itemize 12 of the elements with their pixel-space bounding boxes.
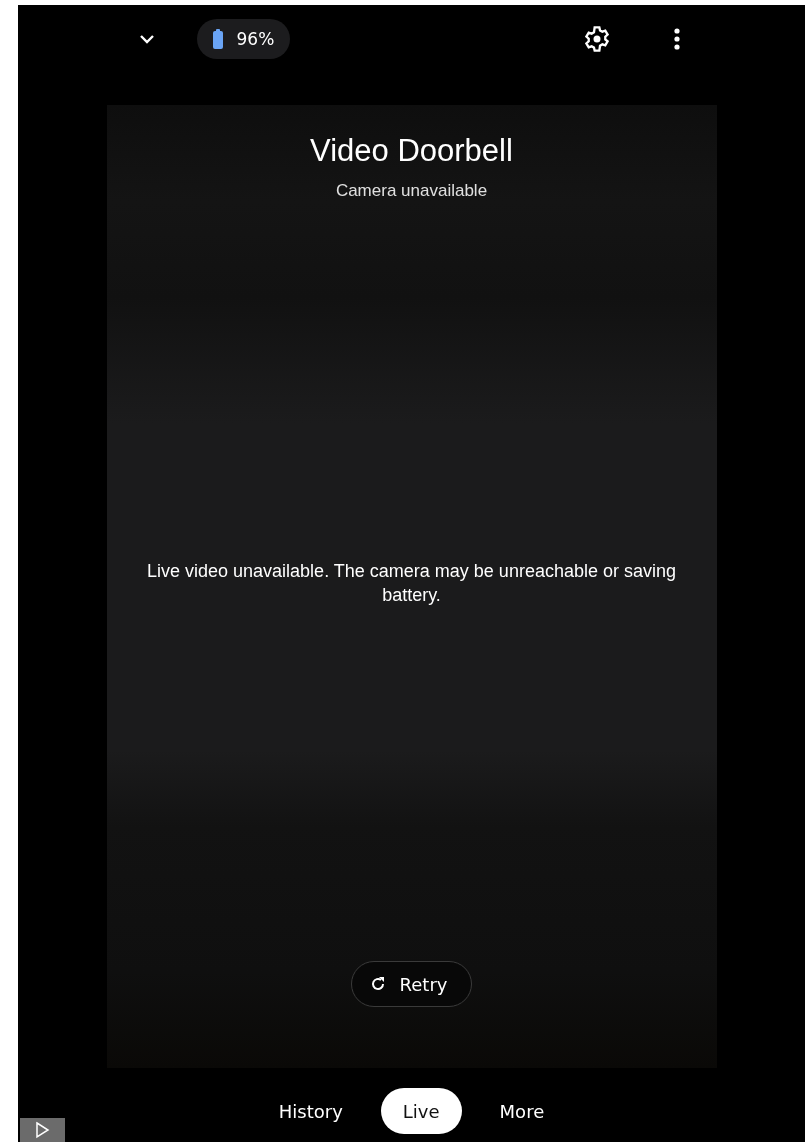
battery-icon <box>212 29 223 49</box>
nav-tab[interactable]: More <box>489 1088 555 1134</box>
nav-tab[interactable]: Live <box>380 1088 462 1134</box>
play-button[interactable] <box>20 1118 65 1142</box>
nav-tab[interactable]: History <box>268 1088 353 1134</box>
unavailable-message: Live video unavailable. The camera may be unreachable or saving battery. <box>146 560 677 607</box>
more-options-icon[interactable] <box>672 27 681 51</box>
battery-percent: 96% <box>236 29 275 49</box>
camera-status: Camera unavailable <box>335 181 488 201</box>
camera-title: Video Doorbell <box>310 133 513 169</box>
settings-icon[interactable] <box>582 25 611 53</box>
retry-button[interactable]: Retry <box>350 961 473 1007</box>
